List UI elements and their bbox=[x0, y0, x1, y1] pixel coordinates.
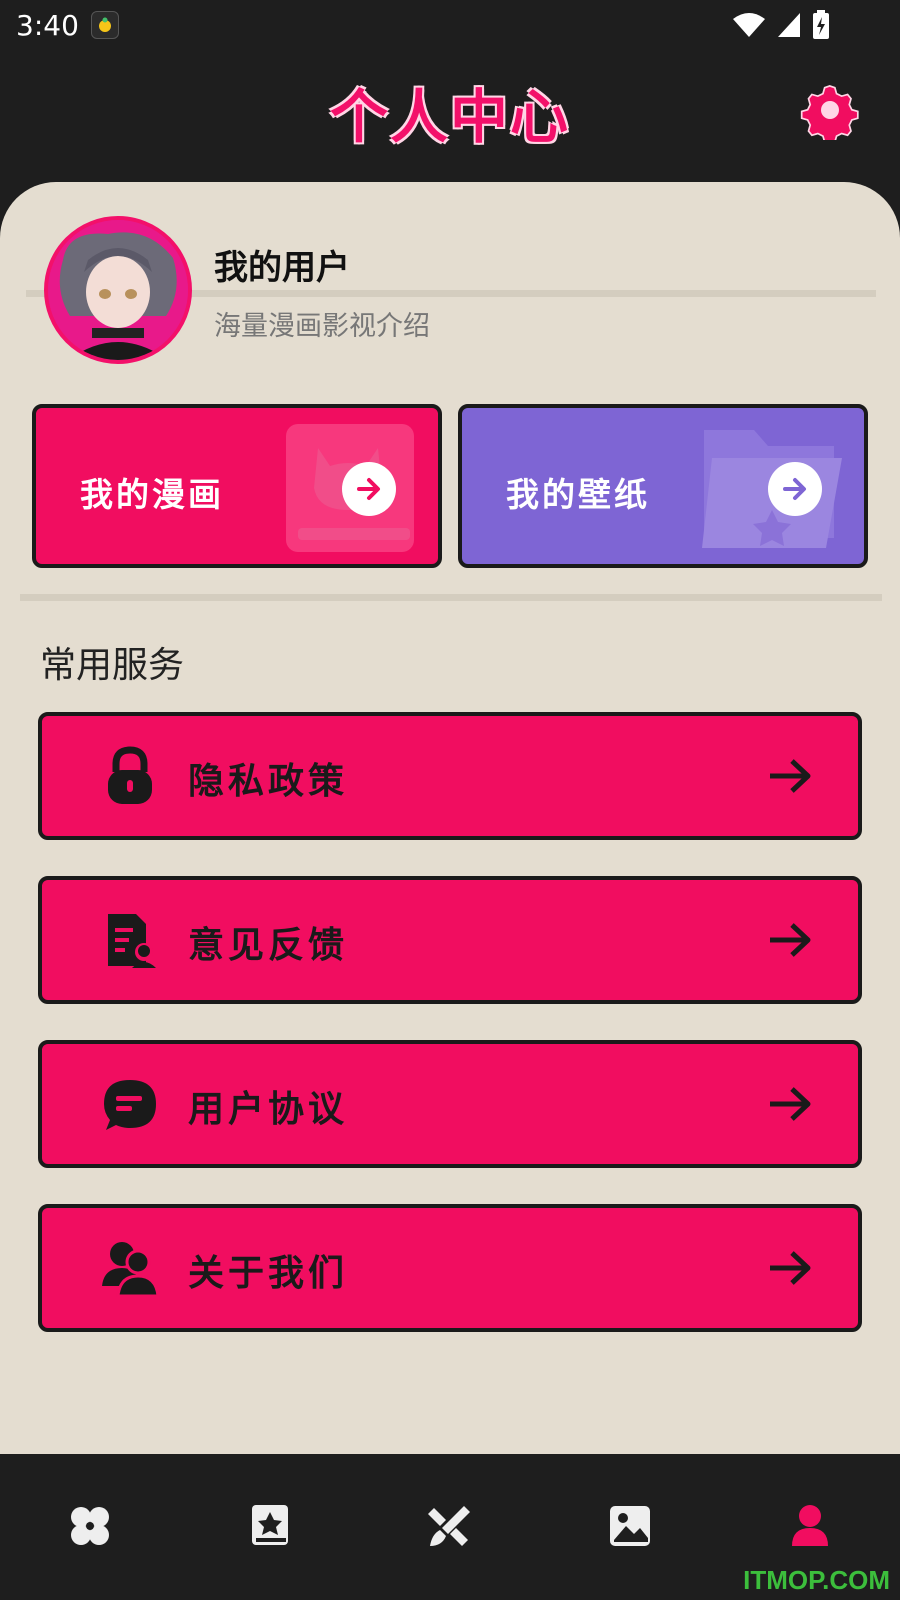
nav-wallpaper[interactable] bbox=[606, 1502, 654, 1550]
watermark: ITMOP.COM bbox=[743, 1565, 890, 1595]
wifi-icon bbox=[733, 13, 765, 37]
my-wallpapers-label: 我的壁纸 bbox=[506, 475, 650, 514]
signal-icon bbox=[778, 13, 800, 37]
book-star-icon bbox=[252, 1505, 288, 1545]
nav-profile[interactable] bbox=[786, 1502, 834, 1550]
user-name: 我的用户 bbox=[214, 248, 350, 288]
clover-icon bbox=[71, 1507, 109, 1545]
user-agreement-label: 用户协议 bbox=[188, 1089, 349, 1130]
arrow-right-icon bbox=[770, 1251, 811, 1285]
about-us-item[interactable]: 关于我们 bbox=[38, 1204, 862, 1332]
battery-icon bbox=[813, 10, 829, 39]
about-us-label: 关于我们 bbox=[188, 1253, 349, 1294]
feedback-icon bbox=[108, 914, 156, 968]
user-agreement-item[interactable]: 用户协议 bbox=[38, 1040, 862, 1168]
my-wallpapers-card[interactable]: 我的壁纸 bbox=[458, 404, 868, 568]
lock-icon bbox=[108, 746, 152, 804]
nav-comics[interactable] bbox=[246, 1502, 294, 1550]
image-icon bbox=[610, 1506, 650, 1546]
brush-icon bbox=[428, 1506, 470, 1546]
person-icon bbox=[792, 1505, 828, 1546]
avatar-image bbox=[48, 220, 188, 360]
main-panel: 我的用户 海量漫画影视介绍 我的漫画 我的壁纸 常用服务 隐私政策 意见反馈 用… bbox=[0, 182, 900, 1454]
avatar[interactable] bbox=[44, 216, 192, 364]
arrow-right-icon bbox=[357, 478, 380, 500]
bottom-nav: ITMOP.COM bbox=[0, 1454, 900, 1600]
settings-button[interactable] bbox=[800, 80, 860, 145]
arrow-right-icon bbox=[783, 478, 806, 500]
status-bar: 3:40 bbox=[0, 0, 900, 50]
arrow-right-icon bbox=[770, 759, 811, 793]
nav-brush[interactable] bbox=[426, 1502, 474, 1550]
feedback-item[interactable]: 意见反馈 bbox=[38, 876, 862, 1004]
user-subtitle: 海量漫画影视介绍 bbox=[214, 311, 430, 342]
nav-home[interactable] bbox=[66, 1502, 114, 1550]
privacy-policy-item[interactable]: 隐私政策 bbox=[38, 712, 862, 840]
feedback-label: 意见反馈 bbox=[188, 925, 349, 966]
users-icon bbox=[102, 1242, 158, 1298]
arrow-right-icon bbox=[770, 923, 811, 957]
my-comics-label: 我的漫画 bbox=[80, 475, 224, 514]
chat-icon bbox=[104, 1080, 156, 1130]
page-title: 个人中心 bbox=[329, 83, 570, 151]
status-icons bbox=[732, 10, 830, 40]
section-divider bbox=[20, 594, 882, 601]
services-title: 常用服务 bbox=[40, 645, 185, 686]
app-notification-icon bbox=[90, 11, 119, 39]
my-comics-arrow bbox=[342, 462, 396, 516]
my-comics-card[interactable]: 我的漫画 bbox=[32, 404, 442, 568]
my-wallpapers-arrow bbox=[768, 462, 822, 516]
status-time: 3:40 bbox=[16, 8, 79, 42]
arrow-right-icon bbox=[770, 1087, 811, 1121]
privacy-policy-label: 隐私政策 bbox=[188, 761, 349, 802]
gear-icon bbox=[800, 85, 859, 145]
